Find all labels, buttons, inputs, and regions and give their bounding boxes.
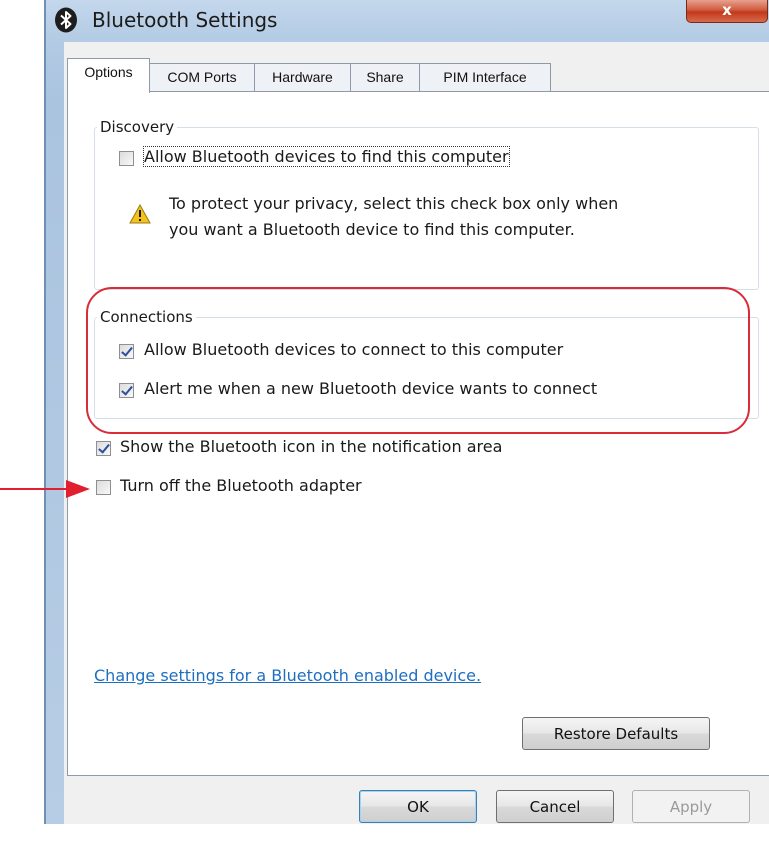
turn-off-adapter-label[interactable]: Turn off the Bluetooth adapter bbox=[120, 476, 362, 495]
allow-find-checkbox[interactable] bbox=[119, 151, 134, 166]
warning-icon bbox=[129, 204, 151, 224]
close-icon: x bbox=[722, 1, 732, 19]
turn-off-adapter-checkbox[interactable] bbox=[96, 480, 111, 495]
tab-pim-interface[interactable]: PIM Interface bbox=[419, 63, 551, 91]
allow-find-label[interactable]: Allow Bluetooth devices to find this com… bbox=[143, 146, 510, 167]
arrow-pointer-icon bbox=[0, 480, 90, 498]
tab-options[interactable]: Options bbox=[67, 58, 150, 93]
show-icon-label[interactable]: Show the Bluetooth icon in the notificat… bbox=[120, 437, 502, 456]
cancel-button[interactable]: Cancel bbox=[496, 790, 614, 823]
restore-defaults-button[interactable]: Restore Defaults bbox=[522, 717, 710, 750]
bluetooth-icon bbox=[55, 7, 77, 33]
tab-share[interactable]: Share bbox=[350, 63, 420, 91]
discovery-group-label: Discovery bbox=[97, 118, 178, 136]
ok-button[interactable]: OK bbox=[359, 790, 477, 823]
title-bar[interactable]: Bluetooth Settings x bbox=[46, 0, 769, 42]
close-button[interactable]: x bbox=[686, 0, 768, 23]
show-icon-checkbox[interactable] bbox=[96, 441, 111, 456]
window-title: Bluetooth Settings bbox=[92, 8, 278, 32]
warning-text-line1: To protect your privacy, select this che… bbox=[169, 194, 619, 213]
tab-com-ports[interactable]: COM Ports bbox=[149, 63, 255, 91]
change-device-settings-link[interactable]: Change settings for a Bluetooth enabled … bbox=[94, 666, 481, 685]
connections-highlight-annotation bbox=[86, 287, 750, 434]
warning-text-line2: you want a Bluetooth device to find this… bbox=[169, 220, 575, 239]
apply-button[interactable]: Apply bbox=[632, 790, 750, 823]
tab-hardware[interactable]: Hardware bbox=[254, 63, 351, 91]
